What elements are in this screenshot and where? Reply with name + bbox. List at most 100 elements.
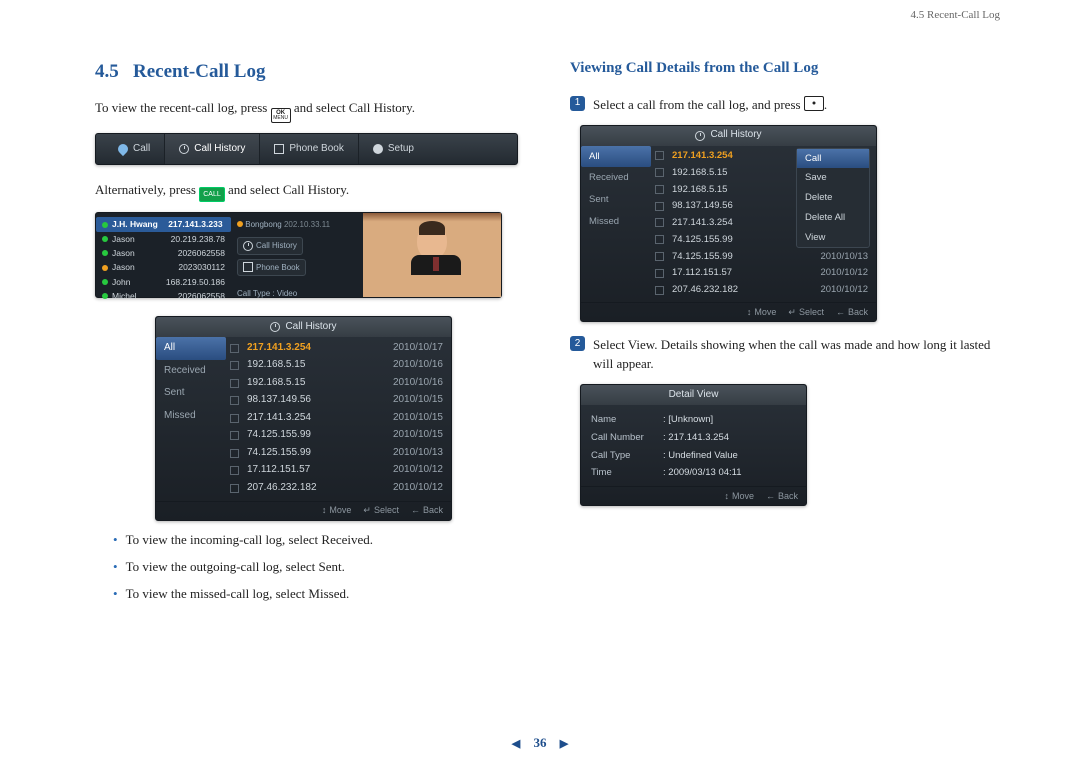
table-row: 17.112.151.572010/10/12 [226, 462, 451, 480]
contact-row: Jason2026062558 [96, 246, 231, 260]
back-hint: Back [836, 306, 868, 319]
table-row: 192.168.5.152010/10/16 [226, 357, 451, 375]
section-number: 4.5 [95, 61, 119, 82]
move-hint: Move [724, 490, 754, 503]
checkbox-icon [655, 235, 664, 244]
sidebar-all: All [156, 337, 226, 360]
checkbox-icon [230, 414, 239, 423]
history-table: 217.141.3.2542010/10/17 192.168.5.152010… [226, 337, 451, 501]
call-history-title: Call History [710, 128, 761, 143]
table-row: 217.141.3.2542010/10/17 [226, 339, 451, 357]
table-row: 207.46.232.1822010/10/12 [651, 282, 876, 299]
table-row: 207.46.232.1822010/10/12 [226, 479, 451, 497]
call-history-title: Call History [285, 320, 336, 335]
move-hint: Move [747, 306, 777, 319]
table-row: 74.125.155.992010/10/15 [226, 427, 451, 445]
back-hint: Back [411, 504, 443, 517]
table-row: 217.141.3.2542010/10/15 [226, 409, 451, 427]
popup-view: View [797, 228, 869, 248]
detail-title: Detail View [581, 385, 806, 405]
book-icon [243, 262, 253, 272]
running-header: 4.5 Recent-Call Log [0, 8, 1080, 24]
clock-icon [243, 241, 253, 251]
clock-icon [179, 144, 189, 154]
book-icon [274, 144, 284, 154]
table-row: 74.125.155.992010/10/13 [651, 248, 876, 265]
next-page-icon[interactable]: ▶ [560, 738, 568, 750]
bullet-list: To view the incoming-call log, select Re… [113, 531, 525, 604]
popup-call: Call [797, 149, 869, 169]
table-row: 98.137.149.562010/10/15 [226, 392, 451, 410]
page-number: 36 [534, 735, 547, 750]
contact-list: J.H. Hwang 217.141.3.233 Jason20.219.238… [96, 213, 231, 297]
nav-call-history: Call History [164, 134, 259, 164]
checkbox-icon [655, 286, 664, 295]
presence-icon [102, 279, 108, 285]
select-hint: Select [788, 306, 824, 319]
footer-hints: Move Select Back [581, 302, 876, 321]
contact-row: Jason20.219.238.78 [96, 232, 231, 246]
checkbox-icon [230, 379, 239, 388]
nav-setup: Setup [358, 134, 428, 164]
checkbox-icon [230, 484, 239, 493]
list-item: To view the missed-call log, select Miss… [113, 585, 525, 604]
detail-row: Call Number217.141.3.254 [591, 429, 796, 447]
contact-row-selected: J.H. Hwang 217.141.3.233 [96, 217, 231, 231]
presence-icon [102, 293, 108, 299]
checkbox-icon [230, 396, 239, 405]
text: Select View. Details showing when the ca… [593, 336, 1000, 374]
prev-page-icon[interactable]: ◀ [512, 738, 520, 750]
checkbox-icon [655, 185, 664, 194]
pill-call-history: Call History [237, 237, 303, 255]
screenshot-video-overlay: J.H. Hwang 217.141.3.233 Jason20.219.238… [95, 212, 502, 298]
contact-row: John168.219.50.186 [96, 275, 231, 289]
contact-row: Michel2026062558 [96, 289, 231, 303]
sidebar-all: All [581, 146, 651, 168]
page-navigation: ◀ 36 ▶ [0, 734, 1080, 753]
sidebar-missed: Missed [156, 405, 226, 428]
history-sidebar: All Received Sent Missed [156, 337, 226, 501]
nav-call: Call [104, 134, 164, 164]
screenshot-navbar: Call Call History Phone Book Setup [95, 133, 518, 165]
footer-hints: Move Back [581, 486, 806, 505]
checkbox-icon [655, 151, 664, 160]
table-row: 17.112.151.572010/10/12 [651, 265, 876, 282]
ok-menu-button-icon: OKMENU [271, 108, 291, 123]
subsection-heading: Viewing Call Details from the Call Log [570, 58, 1000, 80]
section-heading: 4.5 Recent-Call Log [95, 58, 525, 86]
context-popup: Call Save Delete Delete All View [796, 148, 870, 249]
nav-phone-book: Phone Book [259, 134, 358, 164]
checkbox-icon [655, 218, 664, 227]
intro-paragraph-1: To view the recent-call log, press OKMEN… [95, 99, 525, 123]
checkbox-icon [655, 202, 664, 211]
text: Alternatively, press [95, 182, 199, 197]
sidebar-sent: Sent [581, 189, 651, 211]
checkbox-icon [655, 252, 664, 261]
sidebar-sent: Sent [156, 382, 226, 405]
text: and select Call History. [225, 182, 349, 197]
text: Select a call from the call log, and pre… [593, 97, 804, 112]
popup-delete-all: Delete All [797, 208, 869, 228]
call-button-icon: CALL [199, 187, 225, 202]
presence-icon [102, 236, 108, 242]
step-1: 1 Select a call from the call log, and p… [570, 96, 1000, 115]
checkbox-icon [655, 269, 664, 278]
detail-row: Call TypeUndefined Value [591, 447, 796, 465]
popup-save: Save [797, 168, 869, 188]
checkbox-icon [230, 431, 239, 440]
select-hint: Select [363, 504, 399, 517]
checkbox-icon [230, 344, 239, 353]
presence-icon [237, 221, 243, 227]
sidebar-missed: Missed [581, 211, 651, 233]
table-row: 74.125.155.992010/10/13 [226, 444, 451, 462]
section-title: Recent-Call Log [133, 61, 265, 82]
intro-paragraph-2: Alternatively, press CALL and select Cal… [95, 181, 525, 202]
call-type-label: Call Type : Video [237, 288, 357, 300]
video-thumbnail [363, 213, 501, 297]
phone-icon [116, 142, 130, 156]
overlay-middle: Bongbong 202.10.33.11 Call HistoryPhone … [231, 213, 363, 297]
step-2: 2 Select View. Details showing when the … [570, 336, 1000, 374]
pill-phone-book: Phone Book [237, 259, 306, 277]
table-row: 192.168.5.152010/10/16 [226, 374, 451, 392]
checkbox-icon [230, 449, 239, 458]
